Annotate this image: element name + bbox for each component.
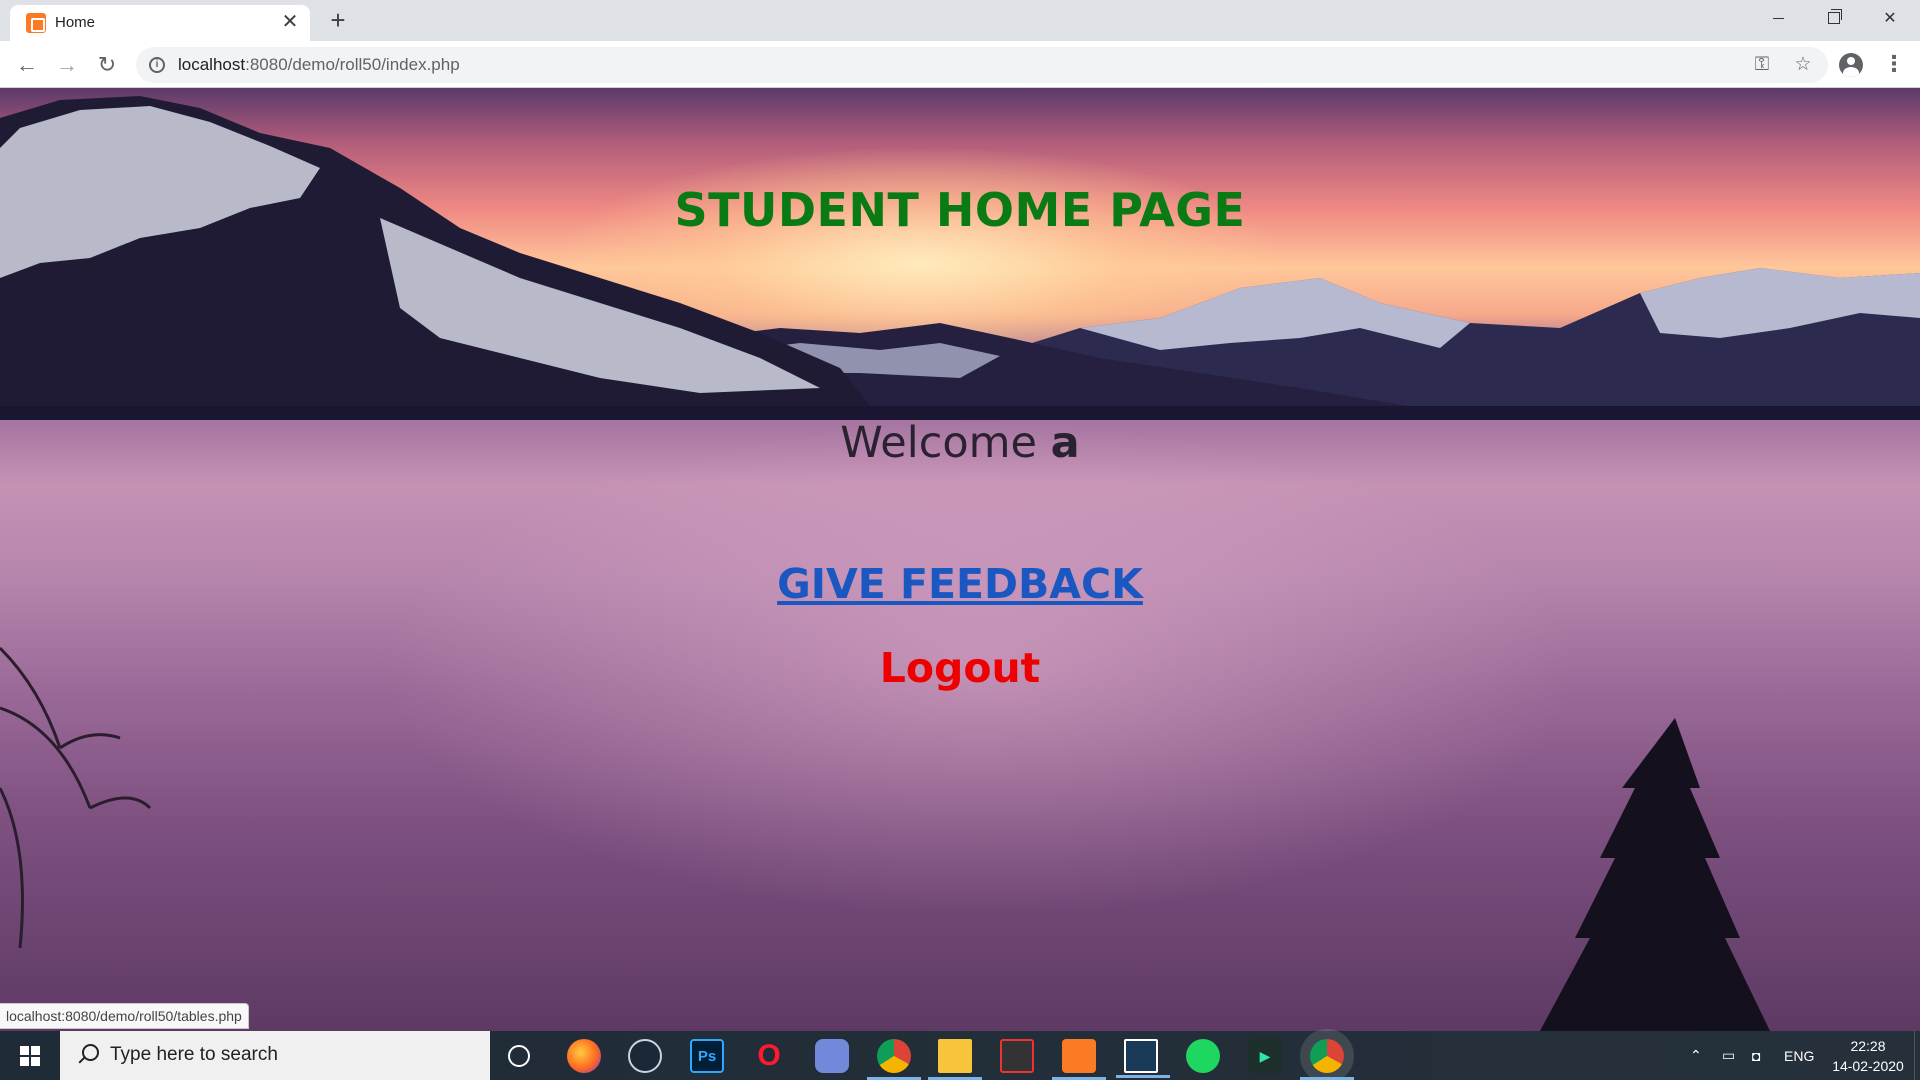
menu-kebab-icon[interactable]: ⋮ (1882, 53, 1906, 77)
arrow-right-icon: → (56, 52, 78, 77)
battery-icon[interactable]: ▭ (1722, 1031, 1735, 1080)
reload-icon: ↻ (97, 52, 117, 77)
url-text[interactable]: localhost:8080/demo/roll50/index.php (178, 55, 460, 75)
start-button[interactable] (0, 1031, 60, 1080)
browser-tab-home[interactable]: Home ✕ (10, 5, 310, 41)
windows-logo-icon (20, 1045, 40, 1066)
chrome-active-icon[interactable] (1300, 1039, 1354, 1080)
media-app-icon[interactable] (1000, 1039, 1034, 1073)
discord-icon[interactable] (815, 1039, 849, 1073)
back-button[interactable]: ← (11, 49, 43, 81)
firefox-icon[interactable] (567, 1039, 601, 1073)
tray-chevron-icon[interactable]: ⌃ (1690, 1031, 1702, 1080)
welcome-label: Welcome (840, 418, 1051, 468)
page-viewport: STUDENT HOME PAGE Welcome a GIVE FEEDBAC… (0, 88, 1920, 1031)
reload-button[interactable]: ↻ (91, 49, 123, 81)
sublime-icon[interactable] (1116, 1039, 1170, 1078)
url-path: :8080/demo/roll50/index.php (245, 55, 460, 74)
spotify-icon[interactable] (1186, 1039, 1220, 1073)
window-close-button[interactable]: ✕ (1862, 0, 1918, 36)
photoshop-icon[interactable]: Ps (690, 1039, 724, 1073)
username: a (1050, 418, 1080, 468)
steam-icon[interactable] (628, 1039, 662, 1073)
restore-icon (1828, 9, 1842, 24)
search-placeholder: Type here to search (110, 1044, 278, 1065)
give-feedback-link[interactable]: GIVE FEEDBACK (0, 560, 1920, 608)
key-icon[interactable]: ⚿ (1750, 53, 1774, 77)
forward-button[interactable]: → (51, 49, 83, 81)
opera-label: O (757, 1039, 781, 1072)
page-title: STUDENT HOME PAGE (674, 183, 1246, 237)
file-explorer-icon[interactable] (928, 1039, 982, 1080)
language-indicator[interactable]: ENG (1784, 1031, 1814, 1080)
bare-branches (0, 646, 152, 949)
xampp-icon[interactable] (1052, 1039, 1106, 1080)
show-desktop-button[interactable] (1914, 1031, 1920, 1080)
media-player-icon[interactable]: ▶ (1248, 1039, 1282, 1073)
pine-tree (1540, 718, 1770, 1031)
wifi-icon[interactable]: ◘ (1752, 1031, 1760, 1080)
logout-link[interactable]: Logout (0, 644, 1920, 692)
minimize-button[interactable] (1750, 0, 1806, 36)
welcome-message: Welcome a (0, 418, 1920, 468)
clock-time: 22:28 (1850, 1038, 1886, 1054)
running-indicator (1116, 1075, 1170, 1078)
taskbar-search-box[interactable]: Type here to search (60, 1031, 490, 1080)
bookmark-star-icon[interactable]: ☆ (1791, 53, 1815, 77)
status-bar-url: localhost:8080/demo/roll50/tables.php (0, 1003, 249, 1029)
minimize-icon (1772, 17, 1784, 19)
clock[interactable]: 22:28 14-02-2020 (1828, 1036, 1908, 1076)
tab-strip: Home ✕ + ✕ (0, 0, 1920, 41)
search-icon (76, 1044, 99, 1066)
taskbar: Type here to search Ps O ▶ ⌃ ▭ ◘ ENG 22:… (0, 1031, 1920, 1080)
tab-title: Home (55, 14, 96, 31)
clock-date: 14-02-2020 (1832, 1058, 1904, 1074)
profile-avatar-icon[interactable] (1839, 53, 1863, 77)
url-host: localhost (178, 55, 246, 74)
photoshop-label: Ps (697, 1047, 717, 1065)
opera-icon[interactable]: O (752, 1039, 786, 1073)
restore-button[interactable] (1806, 0, 1862, 36)
chrome-icon[interactable] (867, 1039, 921, 1080)
arrow-left-icon: ← (16, 52, 38, 77)
xampp-favicon-icon (26, 13, 46, 33)
task-view-icon[interactable] (502, 1039, 536, 1073)
address-bar[interactable]: i localhost:8080/demo/roll50/index.php ⚿… (136, 47, 1828, 83)
browser-toolbar: ← → ↻ i localhost:8080/demo/roll50/index… (0, 41, 1920, 88)
tab-close-icon[interactable]: ✕ (280, 12, 300, 32)
site-info-icon[interactable]: i (149, 57, 165, 73)
new-tab-button[interactable]: + (324, 7, 352, 35)
